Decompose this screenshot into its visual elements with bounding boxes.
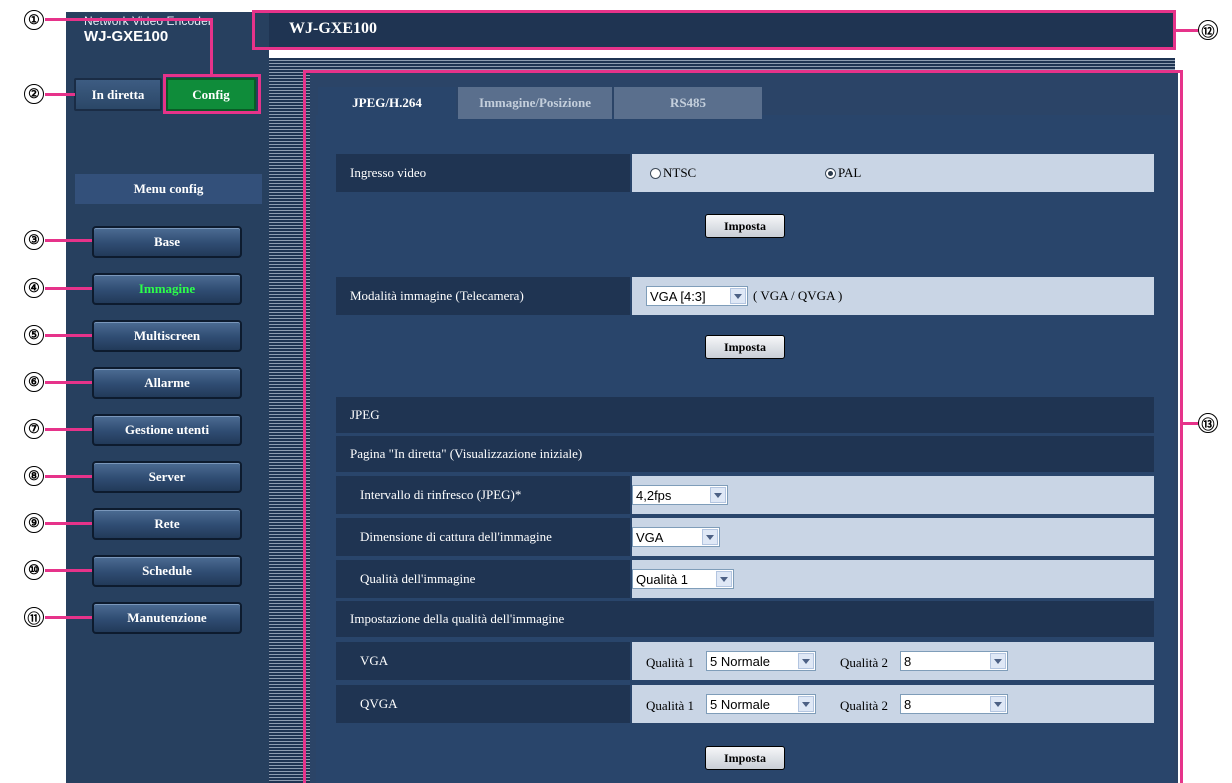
menu-immagine-button[interactable]: Immagine xyxy=(92,273,242,305)
menu-config-title: Menu config xyxy=(75,174,262,204)
callout-1-leader-h xyxy=(45,18,211,21)
callout-13-badge: ⑬ xyxy=(1198,413,1218,433)
content-highlight-box xyxy=(303,70,1183,783)
callout-9-badge: ⑨ xyxy=(24,513,44,533)
brand-subtitle: Network Video Encoder xyxy=(84,14,212,28)
menu-server-button[interactable]: Server xyxy=(92,461,242,493)
callout-9-leader xyxy=(45,522,92,525)
callout-10-leader xyxy=(45,569,92,572)
callout-3-badge: ③ xyxy=(24,230,44,250)
menu-rete-button[interactable]: Rete xyxy=(92,508,242,540)
callout-1-leader-v xyxy=(210,18,213,75)
callout-7-leader xyxy=(45,428,92,431)
callout-6-badge: ⑥ xyxy=(24,372,44,392)
callout-5-leader xyxy=(45,334,92,337)
menu-allarme-button[interactable]: Allarme xyxy=(92,367,242,399)
callout-7-badge: ⑦ xyxy=(24,419,44,439)
callout-11-leader xyxy=(45,616,92,619)
callout-11-badge: ⑪ xyxy=(24,607,44,627)
config-highlight-box xyxy=(163,74,261,114)
menu-manutenzione-button[interactable]: Manutenzione xyxy=(92,602,242,634)
callout-4-leader xyxy=(45,287,92,290)
menu-base-button[interactable]: Base xyxy=(92,226,242,258)
callout-1-badge: ① xyxy=(24,10,44,30)
callout-3-leader xyxy=(45,239,92,242)
menu-gestione-utenti-button[interactable]: Gestione utenti xyxy=(92,414,242,446)
callout-10-badge: ⑩ xyxy=(24,560,44,580)
callout-2-leader xyxy=(45,93,75,96)
callout-8-leader xyxy=(45,475,92,478)
callout-6-leader xyxy=(45,381,92,384)
brand-model: WJ-GXE100 xyxy=(84,28,169,45)
callout-12-leader xyxy=(1176,29,1198,32)
live-tab-button[interactable]: In diretta xyxy=(74,78,162,111)
menu-schedule-button[interactable]: Schedule xyxy=(92,555,242,587)
header-highlight-box xyxy=(252,10,1176,50)
callout-12-badge: ⑫ xyxy=(1198,20,1218,40)
callout-13-leader xyxy=(1183,422,1198,425)
callout-4-badge: ④ xyxy=(24,278,44,298)
menu-multiscreen-button[interactable]: Multiscreen xyxy=(92,320,242,352)
callout-2-badge: ② xyxy=(24,84,44,104)
callout-5-badge: ⑤ xyxy=(24,325,44,345)
callout-8-badge: ⑧ xyxy=(24,466,44,486)
